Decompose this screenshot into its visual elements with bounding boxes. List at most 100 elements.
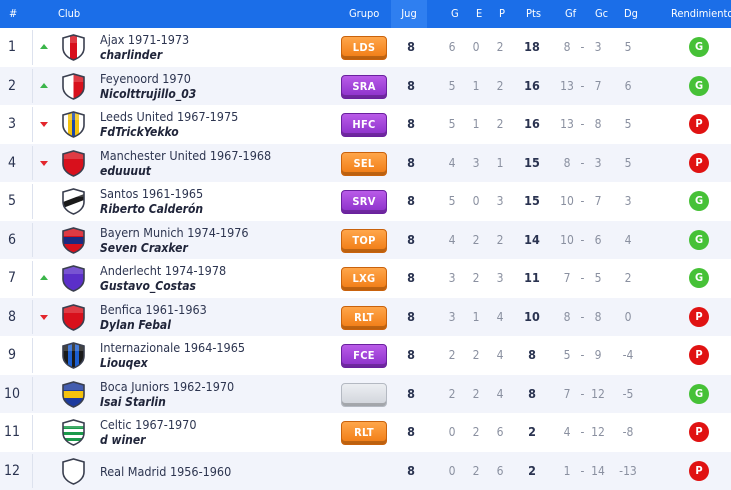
group-badge[interactable] (341, 383, 387, 407)
boca-juniors-shield-icon (60, 381, 87, 408)
owner-name[interactable]: eduuuut (100, 164, 151, 178)
club-name[interactable]: Real Madrid 1956-1960 (100, 464, 231, 479)
performance-badge[interactable]: P (689, 153, 709, 173)
owner-name[interactable]: Isai Starlin (100, 395, 166, 409)
group-badge[interactable]: TOP (341, 229, 387, 253)
header-club[interactable]: Club (58, 0, 80, 28)
group-badge[interactable]: FCE (341, 344, 387, 368)
club-name[interactable]: Leeds United 1967-1975 (100, 109, 238, 124)
club-name[interactable]: Ajax 1971-1973 (100, 32, 189, 47)
club-name[interactable]: Feyenoord 1970 (100, 71, 191, 86)
header-played[interactable]: Jug (401, 7, 416, 20)
performance-badge[interactable]: P (689, 114, 709, 134)
group-badge[interactable]: SRA (341, 75, 387, 99)
row-divider (32, 300, 33, 335)
goals-against-value: 8 (586, 298, 610, 337)
club-name[interactable]: Manchester United 1967-1968 (100, 148, 271, 163)
row-divider (32, 454, 33, 489)
goal-difference-value: 5 (616, 144, 640, 183)
group-badge[interactable]: SEL (341, 152, 387, 176)
group-badge[interactable]: RLT (341, 421, 387, 445)
owner-name[interactable]: FdTrickYekko (100, 125, 179, 139)
row-divider (32, 261, 33, 296)
performance-badge[interactable]: P (689, 307, 709, 327)
group-badge[interactable]: LXG (341, 267, 387, 291)
anderlecht-shield-icon (60, 265, 87, 292)
club-name[interactable]: Internazionale 1964-1965 (100, 340, 245, 355)
group-badge[interactable]: HFC (341, 113, 387, 137)
played-value: 8 (399, 375, 423, 414)
points-value: 15 (520, 182, 544, 221)
performance-badge[interactable]: P (689, 345, 709, 365)
goals-against-value: 6 (586, 221, 610, 260)
table-row[interactable]: 9 Internazionale 1964-1965LiouqexFCE8224… (0, 336, 731, 375)
table-row[interactable]: 3 Leeds United 1967-1975FdTrickYekkoHFC8… (0, 105, 731, 144)
club-name[interactable]: Boca Juniors 1962-1970 (100, 379, 234, 394)
header-performance[interactable]: Rendimiento (671, 0, 731, 28)
lost-value: 6 (488, 452, 512, 490)
club-name[interactable]: Celtic 1967-1970 (100, 417, 196, 432)
group-badge[interactable]: RLT (341, 306, 387, 330)
row-position: 8 (0, 298, 24, 337)
owner-name[interactable]: Liouqex (100, 356, 148, 370)
owner-name[interactable]: d winer (100, 433, 146, 447)
played-value: 8 (399, 452, 423, 490)
performance-badge[interactable]: G (689, 384, 709, 404)
played-value: 8 (399, 182, 423, 221)
won-value: 2 (440, 375, 464, 414)
group-badge[interactable]: SRV (341, 190, 387, 214)
header-won[interactable]: G (451, 0, 459, 28)
played-value: 8 (399, 221, 423, 260)
header-lost[interactable]: P (499, 0, 505, 28)
owner-name[interactable]: charlinder (100, 48, 162, 62)
goals-against-value: 9 (586, 336, 610, 375)
club-name[interactable]: Bayern Munich 1974-1976 (100, 225, 249, 240)
internazionale-shield-icon (60, 342, 87, 369)
performance-badge[interactable]: G (689, 76, 709, 96)
table-row[interactable]: 12 Real Madrid 1956-1960802621-14-13P (0, 452, 731, 490)
owner-name[interactable]: Seven Craxker (100, 241, 188, 255)
owner-name[interactable]: Nicolttrujillo_03 (100, 87, 196, 101)
played-value: 8 (399, 298, 423, 337)
played-value: 8 (399, 144, 423, 183)
header-dg[interactable]: Dg (624, 0, 638, 28)
header-gf[interactable]: Gf (565, 0, 576, 28)
performance-badge[interactable]: G (689, 230, 709, 250)
table-row[interactable]: 10 Boca Juniors 1962-1970Isai Starlin822… (0, 375, 731, 414)
group-badge[interactable]: LDS (341, 36, 387, 60)
table-row[interactable]: 8 Benfica 1961-1963Dylan FebalRLT8314108… (0, 298, 731, 337)
header-drawn[interactable]: E (476, 0, 482, 28)
goal-difference-value: -4 (616, 336, 640, 375)
goal-difference-value: 0 (616, 298, 640, 337)
points-value: 10 (520, 298, 544, 337)
drawn-value: 0 (464, 28, 488, 67)
performance-badge[interactable]: G (689, 191, 709, 211)
performance-badge[interactable]: P (689, 422, 709, 442)
table-row[interactable]: 2 Feyenoord 1970Nicolttrujillo_03SRA8512… (0, 67, 731, 106)
header-gc[interactable]: Gc (595, 0, 608, 28)
goals-against-value: 5 (586, 259, 610, 298)
won-value: 4 (440, 221, 464, 260)
table-row[interactable]: 4 Manchester United 1967-1968eduuuutSEL8… (0, 144, 731, 183)
table-row[interactable]: 1 Ajax 1971-1973charlinderLDS8602188-35G (0, 28, 731, 67)
header-points[interactable]: Pts (526, 0, 541, 28)
owner-name[interactable]: Gustavo_Costas (100, 279, 196, 293)
played-value: 8 (399, 28, 423, 67)
table-row[interactable]: 11 Celtic 1967-1970d winerRLT802624-12-8… (0, 413, 731, 452)
club-name[interactable]: Benfica 1961-1963 (100, 302, 207, 317)
performance-badge[interactable]: G (689, 37, 709, 57)
club-name[interactable]: Anderlecht 1974-1978 (100, 263, 226, 278)
performance-badge[interactable]: P (689, 461, 709, 481)
table-row[interactable]: 7 Anderlecht 1974-1978Gustavo_CostasLXG8… (0, 259, 731, 298)
performance-badge[interactable]: G (689, 268, 709, 288)
table-row[interactable]: 5 Santos 1961-1965Riberto CalderónSRV850… (0, 182, 731, 221)
goal-difference-value: 3 (616, 182, 640, 221)
won-value: 0 (440, 413, 464, 452)
owner-name[interactable]: Riberto Calderón (100, 202, 203, 216)
header-group[interactable]: Grupo (349, 0, 379, 28)
won-value: 5 (440, 105, 464, 144)
club-name[interactable]: Santos 1961-1965 (100, 186, 203, 201)
points-value: 11 (520, 259, 544, 298)
owner-name[interactable]: Dylan Febal (100, 318, 171, 332)
table-row[interactable]: 6 Bayern Munich 1974-1976Seven Craxker TO… (0, 221, 731, 260)
